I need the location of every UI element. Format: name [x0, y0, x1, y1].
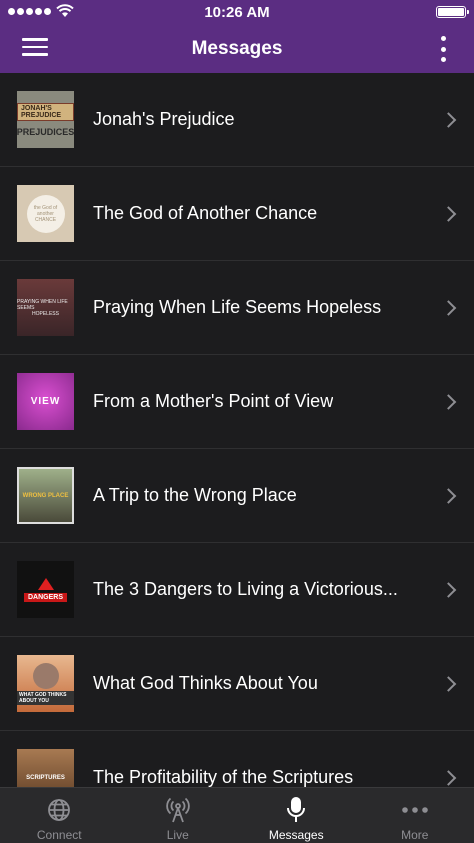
tab-label: Connect [36, 828, 82, 842]
list-item[interactable]: JONAH'S PREJUDICE PREJUDICES Jonah's Pre… [0, 73, 474, 167]
message-thumbnail: the God of another CHANCE [17, 185, 74, 242]
message-title: From a Mother's Point of View [93, 391, 334, 411]
chevron-right-icon [440, 205, 457, 222]
status-time: 10:26 AM [204, 3, 270, 21]
message-thumbnail: DANGERS [17, 561, 74, 618]
list-item[interactable]: PRAYING WHEN LIFE SEEMS HOPELESS Praying… [0, 261, 474, 355]
message-title: Praying When Life Seems Hopeless [93, 297, 382, 317]
chevron-right-icon [440, 299, 457, 316]
tab-bar: Connect Live Messages More [0, 787, 474, 843]
microphone-icon [287, 797, 306, 822]
list-item[interactable]: SCRIPTURES The Profitability of the Scri… [0, 731, 474, 787]
battery-icon [436, 6, 469, 18]
chevron-right-icon [440, 769, 457, 786]
message-thumbnail: WHAT GOD THINKS ABOUT YOU [17, 655, 74, 712]
wifi-icon [56, 4, 74, 17]
message-title: A Trip to the Wrong Place [93, 485, 297, 505]
chevron-right-icon [440, 111, 457, 128]
signal-strength-icon [8, 8, 51, 15]
warning-icon [37, 577, 54, 590]
broadcast-icon [166, 797, 190, 823]
tab-label: More [401, 828, 429, 842]
message-title: The God of Another Chance [93, 203, 318, 223]
globe-icon [48, 799, 71, 821]
message-thumbnail: SCRIPTURES [17, 749, 74, 787]
hamburger-menu-icon[interactable] [22, 38, 50, 60]
message-thumbnail: JONAH'S PREJUDICE PREJUDICES [17, 91, 74, 148]
list-item[interactable]: WHAT GOD THINKS ABOUT YOU What God Think… [0, 637, 474, 731]
list-item[interactable]: WRONG PLACE A Trip to the Wrong Place [0, 449, 474, 543]
message-thumbnail: PRAYING WHEN LIFE SEEMS HOPELESS [17, 279, 74, 336]
tab-live[interactable]: Live [119, 788, 238, 843]
messages-list[interactable]: JONAH'S PREJUDICE PREJUDICES Jonah's Pre… [0, 73, 474, 787]
list-item[interactable]: VIEW From a Mother's Point of View [0, 355, 474, 449]
tab-label: Messages [268, 828, 324, 842]
chevron-right-icon [440, 393, 457, 410]
message-title: What God Thinks About You [93, 673, 318, 693]
list-item[interactable]: the God of another CHANCE The God of Ano… [0, 167, 474, 261]
list-item[interactable]: DANGERS The 3 Dangers to Living a Victor… [0, 543, 474, 637]
message-title: The Profitability of the Scriptures [93, 767, 354, 787]
navigation-bar: Messages [0, 24, 474, 73]
message-title: Jonah's Prejudice [93, 109, 235, 129]
chevron-right-icon [440, 675, 457, 692]
message-thumbnail: WRONG PLACE [17, 467, 74, 524]
tab-connect[interactable]: Connect [0, 788, 119, 843]
ellipsis-icon [401, 807, 428, 813]
chevron-right-icon [440, 487, 457, 504]
message-title: The 3 Dangers to Living a Victorious... [93, 579, 398, 599]
tab-more[interactable]: More [356, 788, 474, 843]
status-bar: 10:26 AM [0, 0, 474, 24]
tab-label: Live [166, 828, 189, 842]
page-title: Messages [191, 37, 283, 59]
chevron-right-icon [440, 581, 457, 598]
more-options-icon[interactable] [438, 36, 448, 62]
message-thumbnail: VIEW [17, 373, 74, 430]
tab-messages[interactable]: Messages [237, 788, 356, 843]
